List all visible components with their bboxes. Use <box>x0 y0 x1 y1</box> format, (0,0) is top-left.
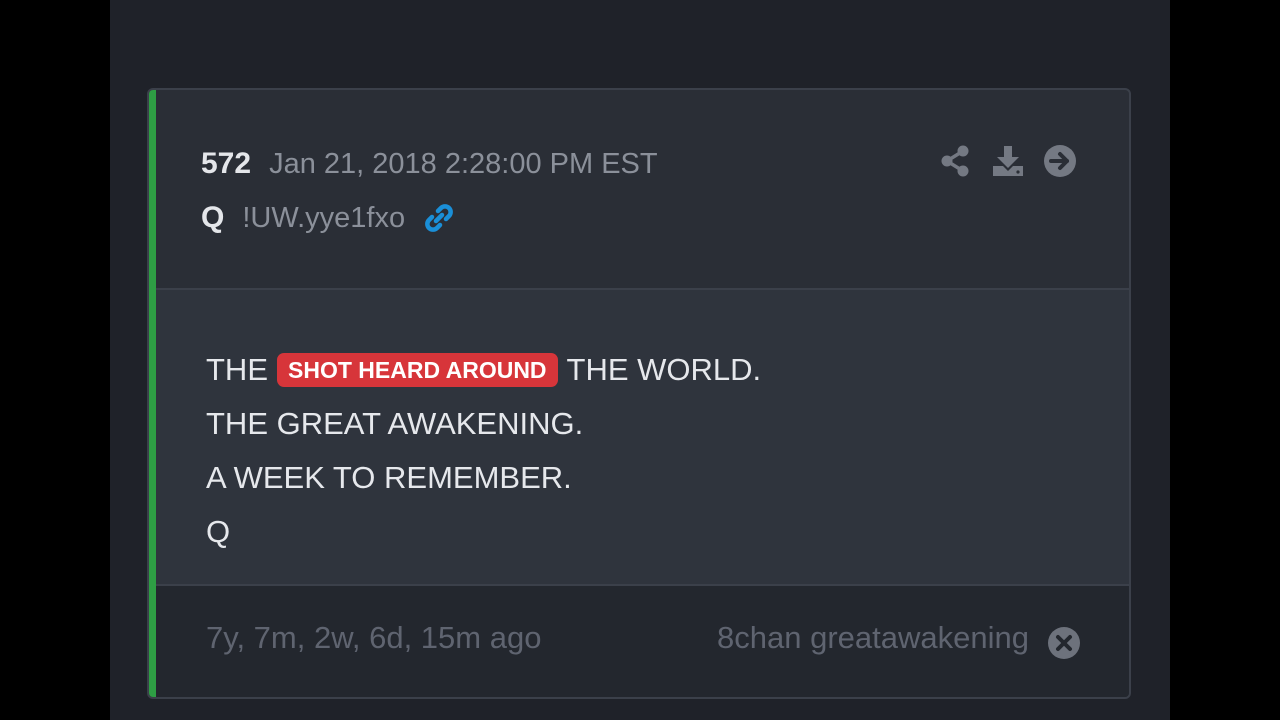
post-line-2: THE GREAT AWAKENING. <box>206 406 584 441</box>
arrow-right-circle-icon[interactable] <box>1043 144 1077 178</box>
post-accent-bar <box>149 90 156 697</box>
close-circle-icon[interactable] <box>1047 626 1081 660</box>
post-author: Q <box>201 201 225 234</box>
highlight-badge: SHOT HEARD AROUND <box>277 353 558 387</box>
post-body: THE SHOT HEARD AROUND THE WORLD. THE GRE… <box>156 290 1129 586</box>
post-header: 572 Jan 21, 2018 2:28:00 PM EST Q !UW.yy… <box>156 90 1129 290</box>
post-line-4: Q <box>206 514 231 549</box>
link-icon[interactable] <box>421 200 457 236</box>
post-author-row: Q !UW.yye1fxo <box>201 198 457 238</box>
post-tripcode: !UW.yye1fxo <box>242 201 406 234</box>
post-line-3: A WEEK TO REMEMBER. <box>206 460 572 495</box>
post-source: 8chan greatawakening <box>717 620 1029 655</box>
post-card: 572 Jan 21, 2018 2:28:00 PM EST Q !UW.yy… <box>147 88 1131 699</box>
page-background: 572 Jan 21, 2018 2:28:00 PM EST Q !UW.yy… <box>110 0 1170 720</box>
post-line-1-start: THE <box>206 352 268 387</box>
post-footer: 7y, 7m, 2w, 6d, 15m ago 8chan greatawake… <box>156 586 1129 697</box>
share-icon[interactable] <box>939 144 973 178</box>
post-number: 572 <box>201 147 252 180</box>
post-date: Jan 21, 2018 2:28:00 PM EST <box>269 147 658 180</box>
post-line-1-end: THE WORLD. <box>566 352 762 387</box>
post-meta-row: 572 Jan 21, 2018 2:28:00 PM EST <box>201 144 658 184</box>
post-age: 7y, 7m, 2w, 6d, 15m ago <box>206 620 542 655</box>
download-icon[interactable] <box>991 144 1025 178</box>
post-actions <box>939 144 1077 178</box>
post-line-1: THE SHOT HEARD AROUND THE WORLD. <box>206 348 761 392</box>
